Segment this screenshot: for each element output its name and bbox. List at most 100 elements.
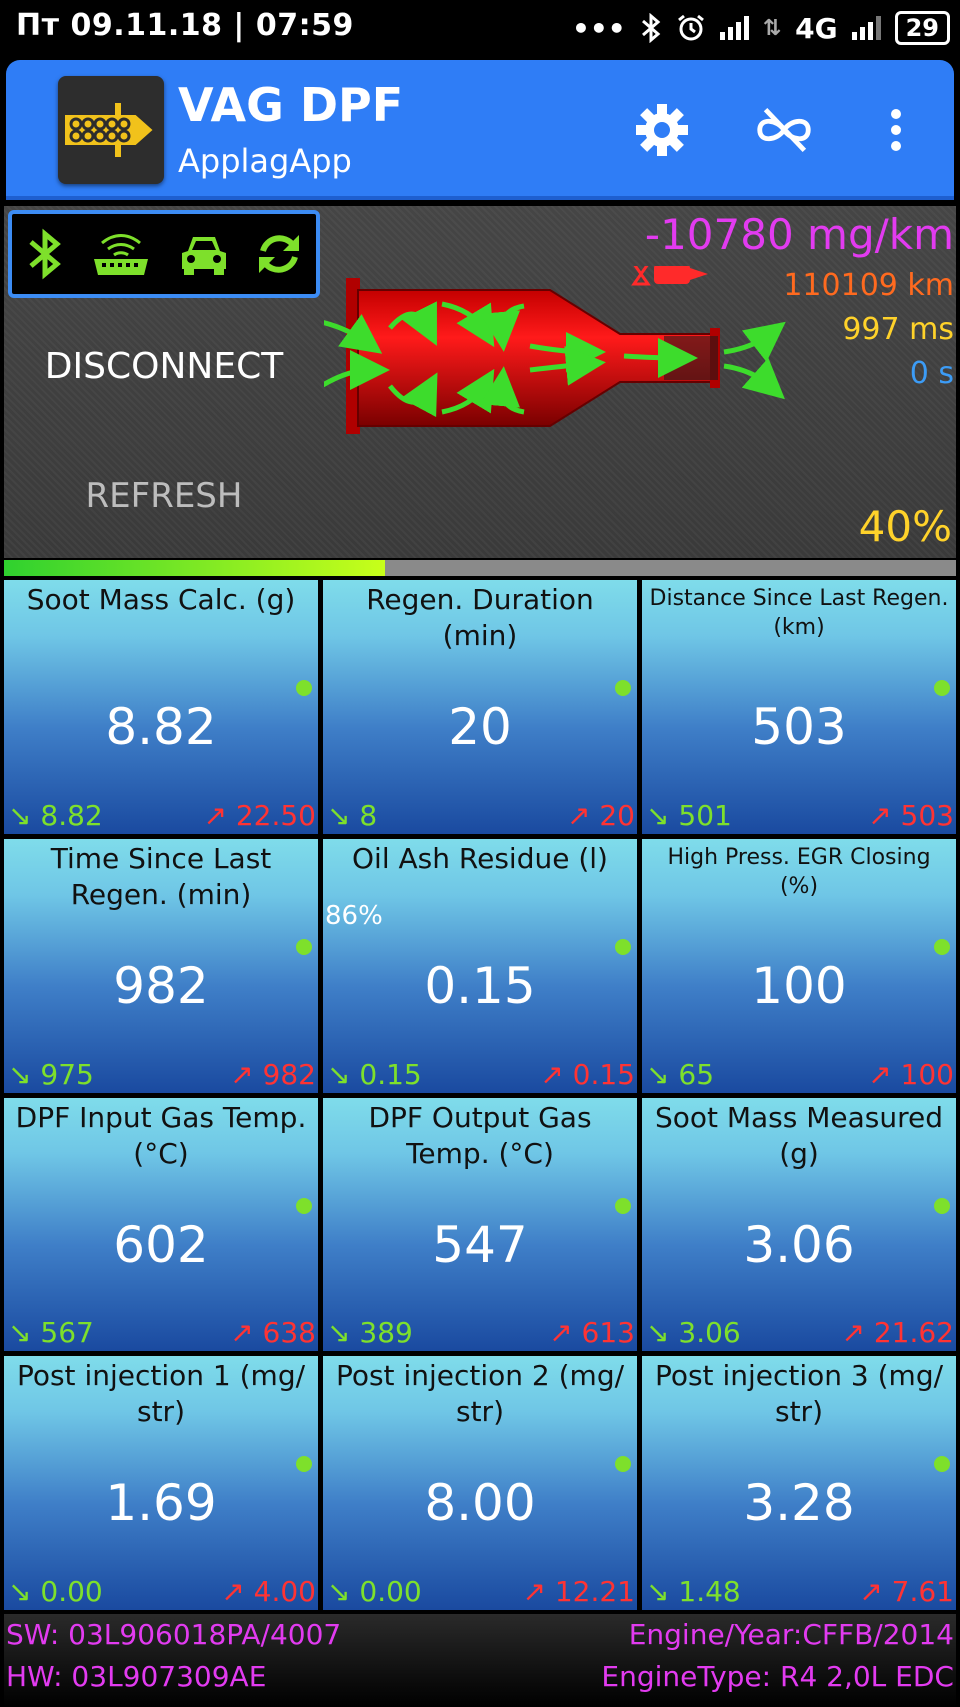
hardware-version: HW: 03L907309AE: [6, 1660, 267, 1693]
parameter-tile[interactable]: Soot Mass Measured (g) 3.06 ↘ 3.06 ↗ 21.62: [642, 1097, 956, 1352]
battery-icon: 29: [894, 11, 950, 45]
status-datetime: Пт 09.11.18 | 07:59: [16, 8, 354, 43]
status-dot-icon: [934, 1456, 950, 1473]
continuous-mode-button[interactable]: [752, 98, 816, 162]
alarm-icon: [677, 14, 704, 41]
parameter-grid: Soot Mass Calc. (g) 8.82 ↘ 8.82 ↗ 22.50 Rege…: [4, 580, 956, 1610]
tile-value: 8.00: [424, 1474, 536, 1533]
ecu-info-footer: SW: 03L906018PA/4007 HW: 03L907309AE Eng…: [4, 1614, 956, 1707]
min-arrow-icon: ↘: [646, 1575, 679, 1608]
status-dot-icon: [615, 1456, 631, 1473]
max-arrow-icon: ↗: [841, 1316, 874, 1350]
parameter-tile[interactable]: DPF Output Gas Temp. (°C) 547 ↘ 389 ↗ 613: [323, 1097, 637, 1352]
parameter-tile[interactable]: DPF Input Gas Temp. (°C) 602 ↘ 567 ↗ 638: [4, 1097, 318, 1352]
tile-title: DPF Input Gas Temp. (°C): [15, 1100, 307, 1170]
parameter-tile[interactable]: Oil Ash Residue (l) 86% 0.15 ↘ 0.15 ↗ 0.15: [323, 838, 637, 1093]
soot-regen-icon: [631, 266, 708, 286]
tile-min: ↘ 8.82: [8, 799, 103, 832]
tile-title: Soot Mass Measured (g): [654, 1100, 944, 1170]
latency-value: 997 ms: [842, 312, 954, 347]
refresh-button[interactable]: REFRESH: [4, 476, 324, 516]
tile-title: DPF Output Gas Temp. (°C): [368, 1100, 592, 1170]
tile-max-value: 22.50: [235, 798, 316, 832]
app-title: VAG DPF: [178, 78, 404, 132]
tile-max-value: 100: [900, 1057, 954, 1091]
max-arrow-icon: ↗: [859, 1575, 892, 1608]
status-dot-icon: [615, 680, 631, 696]
tile-max: ↗ 4.00: [221, 1575, 316, 1608]
status-dot-icon: [296, 938, 312, 955]
parameter-tile[interactable]: High Press. EGR Closing (%) 100 ↘ 65 ↗ 100: [642, 838, 956, 1093]
status-dot-icon: [296, 680, 312, 696]
tile-max: ↗ 21.62: [841, 1316, 954, 1349]
tile-value: 8.82: [105, 698, 217, 756]
min-arrow-icon: ↘: [8, 798, 41, 832]
disconnect-button[interactable]: DISCONNECT: [4, 346, 324, 387]
parameter-tile[interactable]: Post injection 3 (mg/ str) 3.28 ↘ 1.48 ↗ 7.…: [642, 1356, 956, 1610]
tile-value: 0.15: [424, 956, 536, 1015]
signal-icon-2: [851, 16, 881, 40]
tile-title: Post injection 2 (mg/ str): [335, 1359, 625, 1429]
dpf-status-panel: DISCONNECT REFRESH -10780 mg/km 110109 k…: [4, 206, 956, 558]
tile-title: Distance Since Last Regen. (km): [649, 586, 949, 640]
tile-value: 503: [751, 698, 847, 756]
tile-min-value: 1.48: [678, 1575, 741, 1608]
tile-min-value: 3.06: [678, 1316, 741, 1350]
settings-button[interactable]: [630, 98, 694, 162]
tile-max-value: 7.61: [891, 1575, 954, 1608]
tile-value: 1.69: [105, 1474, 217, 1533]
bluetooth-icon: [29, 228, 61, 280]
tile-min: ↘ 501: [646, 799, 732, 832]
parameter-tile[interactable]: Post injection 2 (mg/ str) 8.00 ↘ 0.00 ↗ 12…: [323, 1356, 637, 1610]
tile-percent: 86%: [325, 900, 383, 931]
tile-max: ↗ 0.15: [540, 1058, 635, 1091]
bluetooth-icon: [641, 13, 660, 43]
connection-status-box: [8, 210, 320, 298]
max-arrow-icon: ↗: [549, 1316, 582, 1350]
max-arrow-icon: ↗: [566, 798, 600, 832]
tile-min-value: 0.00: [40, 1575, 103, 1608]
tile-min: ↘ 0.15: [327, 1058, 422, 1091]
tile-value: 602: [113, 1215, 209, 1274]
app-logo-icon: [58, 76, 164, 184]
parameter-tile[interactable]: Soot Mass Calc. (g) 8.82 ↘ 8.82 ↗ 22.50: [4, 580, 318, 834]
refresh-cycle-icon: [259, 235, 300, 273]
tile-value: 3.28: [743, 1474, 855, 1533]
parameter-tile[interactable]: Distance Since Last Regen. (km) 503 ↘ 501 ↗…: [642, 580, 956, 834]
timer-value: 0 s: [909, 356, 954, 391]
tile-min-value: 501: [678, 798, 732, 832]
more-options-button[interactable]: [864, 98, 928, 162]
min-arrow-icon: ↘: [327, 798, 360, 832]
status-icons: ••• ⇅ 4G 29: [572, 8, 950, 48]
tile-title: Post injection 1 (mg/ str): [16, 1359, 306, 1429]
max-arrow-icon: ↗: [868, 1057, 901, 1091]
engine-year: Engine/Year:CFFB/2014: [628, 1618, 954, 1651]
parameter-tile[interactable]: Regen. Duration (min) 20 ↘ 8 ↗ 20: [323, 580, 637, 834]
tile-max-value: 613: [581, 1316, 635, 1350]
status-dot-icon: [615, 1197, 631, 1214]
tile-min-value: 0.00: [359, 1575, 422, 1608]
tile-title: High Press. EGR Closing (%): [667, 844, 931, 899]
parameter-tile[interactable]: Time Since Last Regen. (min) 982 ↘ 975 ↗ 98…: [4, 838, 318, 1093]
car-icon: [181, 237, 226, 275]
tile-title: Oil Ash Residue (l): [352, 841, 608, 875]
status-dot-icon: [296, 1456, 312, 1473]
tile-max-value: 982: [262, 1057, 316, 1091]
parameter-tile[interactable]: Post injection 1 (mg/ str) 1.69 ↘ 0.00 ↗ 4.…: [4, 1356, 318, 1610]
min-arrow-icon: ↘: [8, 1057, 41, 1091]
tile-min: ↘ 1.48: [646, 1575, 741, 1608]
more-vert-icon: [891, 109, 901, 151]
tile-value: 20: [448, 698, 512, 756]
max-arrow-icon: ↗: [522, 1575, 555, 1608]
tile-max-value: 4.00: [253, 1575, 316, 1608]
min-arrow-icon: ↘: [646, 798, 679, 832]
settings-icon: [636, 104, 688, 156]
obd-connector-icon: [94, 234, 149, 275]
tile-value: 982: [113, 956, 209, 1015]
tile-value: 547: [432, 1215, 528, 1274]
tile-min-value: 389: [359, 1316, 413, 1350]
status-dot-icon: [934, 680, 950, 696]
tile-value: 100: [751, 956, 847, 1015]
min-arrow-icon: ↘: [327, 1316, 360, 1350]
min-arrow-icon: ↘: [646, 1316, 679, 1350]
